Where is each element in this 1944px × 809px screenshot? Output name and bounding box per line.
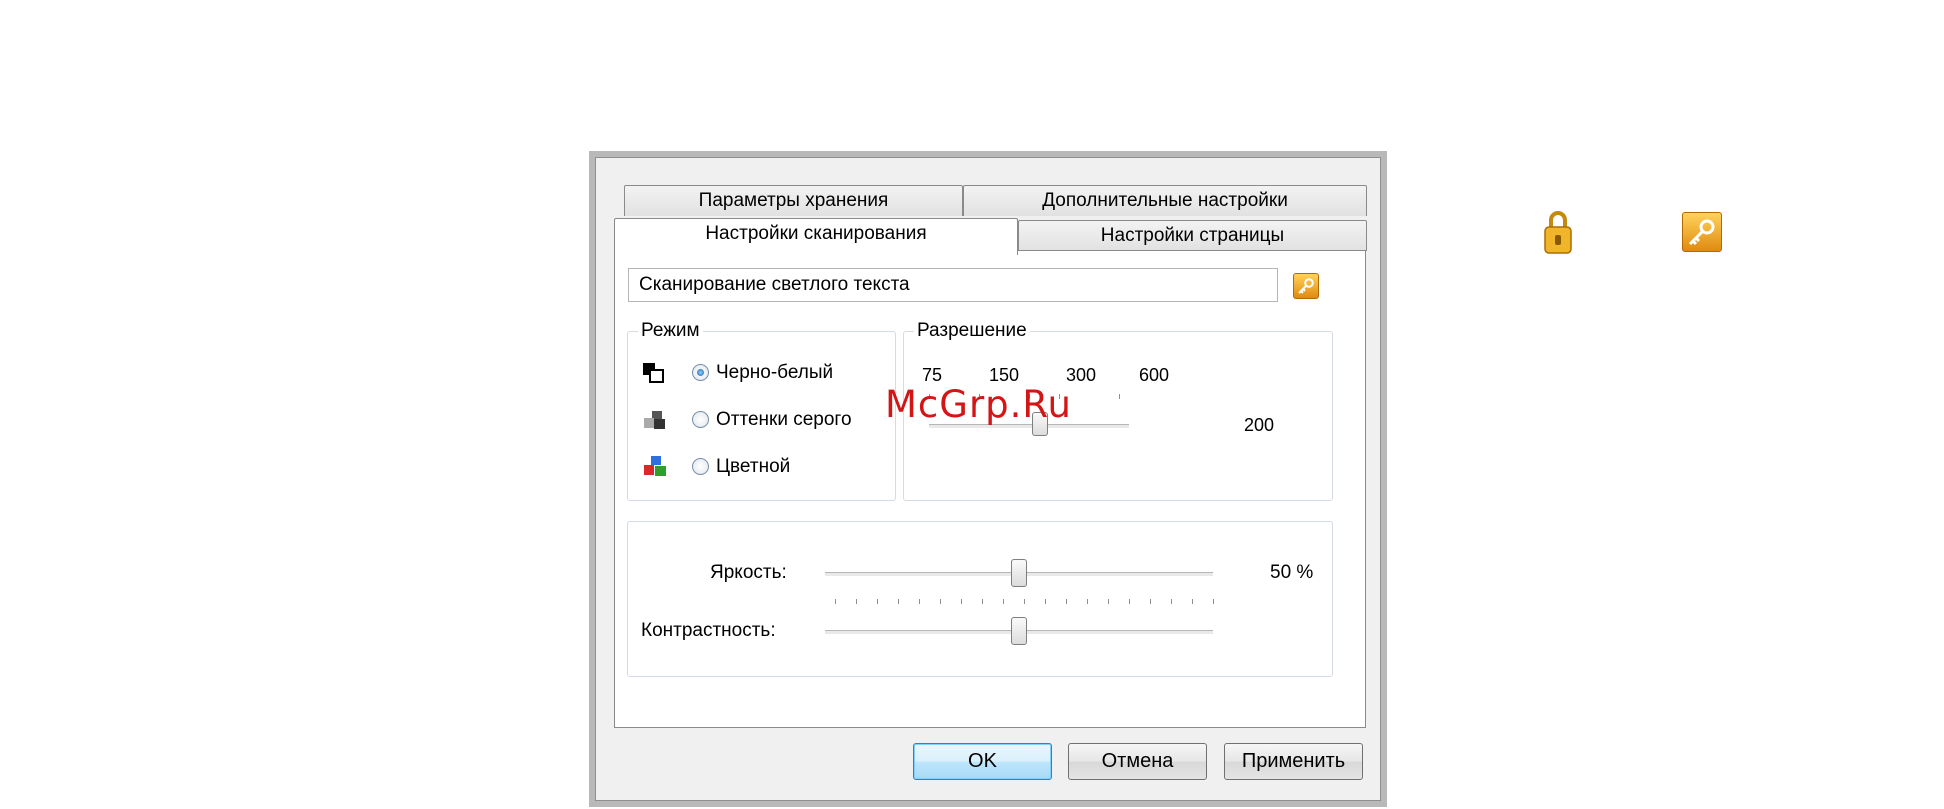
grayscale-icon — [644, 411, 665, 429]
adjustment-tick — [919, 599, 920, 604]
apply-button-label: Применить — [1241, 750, 1346, 772]
tab-scan-label: Настройки сканирования — [705, 223, 927, 244]
mode-group: Режим Черно-белый Оттенки серого Цветной — [627, 320, 896, 501]
tab-page-settings[interactable]: Настройки страницы — [1018, 220, 1367, 251]
profile-name-value: Сканирование светлого текста — [639, 274, 910, 295]
resolution-tick — [1119, 394, 1120, 399]
mode-option-gray[interactable]: Оттенки серого — [642, 407, 882, 433]
adjustments-group: Яркость: 50 % Контрастность: — [627, 521, 1333, 677]
mode-option-bw[interactable]: Черно-белый — [642, 360, 882, 386]
brightness-slider-thumb[interactable] — [1011, 559, 1027, 587]
adjustment-tick — [982, 599, 983, 604]
ok-button[interactable]: OK — [913, 743, 1052, 780]
adjustment-tick — [1213, 599, 1214, 604]
radio-grayscale[interactable] — [692, 411, 709, 428]
key-icon-large — [1682, 212, 1722, 252]
adjustment-tick — [1003, 599, 1004, 604]
mode-option-color[interactable]: Цветной — [642, 454, 882, 480]
adjustment-tick — [1066, 599, 1067, 604]
key-icon[interactable] — [1293, 273, 1319, 299]
contrast-label: Контрастность: — [641, 620, 776, 641]
mode-gray-label: Оттенки серого — [716, 409, 852, 430]
adjustment-tick — [1171, 599, 1172, 604]
resolution-group-title: Разрешение — [914, 320, 1030, 342]
tab-scan-settings[interactable]: Настройки сканирования — [614, 218, 1018, 255]
black-white-icon — [643, 363, 664, 383]
tab-page-label: Настройки страницы — [1100, 225, 1285, 246]
mode-color-label: Цветной — [716, 456, 791, 477]
adjustment-tick — [1192, 599, 1193, 604]
ok-button-label: OK — [968, 750, 997, 772]
brightness-label: Яркость: — [710, 562, 787, 583]
color-cubes-icon — [644, 456, 666, 476]
adjustment-tick — [856, 599, 857, 604]
tab-advanced[interactable]: Дополнительные настройки — [963, 185, 1367, 216]
cancel-button[interactable]: Отмена — [1068, 743, 1207, 780]
adjustment-tick — [1087, 599, 1088, 604]
adjustment-tick — [1108, 599, 1109, 604]
adjustment-tick — [1150, 599, 1151, 604]
resolution-value: 200 — [1244, 415, 1275, 435]
adjustment-tick — [961, 599, 962, 604]
lock-icon — [1544, 211, 1572, 254]
tab-advanced-label: Дополнительные настройки — [1042, 190, 1288, 211]
cancel-button-label: Отмена — [1101, 750, 1174, 772]
adjustment-tick — [835, 599, 836, 604]
mode-group-title: Режим — [638, 320, 703, 342]
contrast-slider-thumb[interactable] — [1011, 617, 1027, 645]
tab-storage[interactable]: Параметры хранения — [624, 185, 963, 216]
adjustment-tick — [877, 599, 878, 604]
radio-color[interactable] — [692, 458, 709, 475]
adjustment-tick — [1024, 599, 1025, 604]
tab-storage-label: Параметры хранения — [698, 190, 889, 211]
profile-name-field[interactable]: Сканирование светлого текста — [628, 268, 1278, 302]
adjustment-tick — [898, 599, 899, 604]
radio-bw[interactable] — [692, 364, 709, 381]
resolution-label-600: 600 — [1139, 365, 1170, 385]
watermark-text: McGrp.Ru — [885, 383, 1072, 426]
adjustment-tick — [940, 599, 941, 604]
adjustment-tick — [1129, 599, 1130, 604]
apply-button[interactable]: Применить — [1224, 743, 1363, 780]
adjustment-tick — [1045, 599, 1046, 604]
mode-bw-label: Черно-белый — [716, 362, 834, 383]
brightness-value: 50 % — [1270, 562, 1314, 583]
